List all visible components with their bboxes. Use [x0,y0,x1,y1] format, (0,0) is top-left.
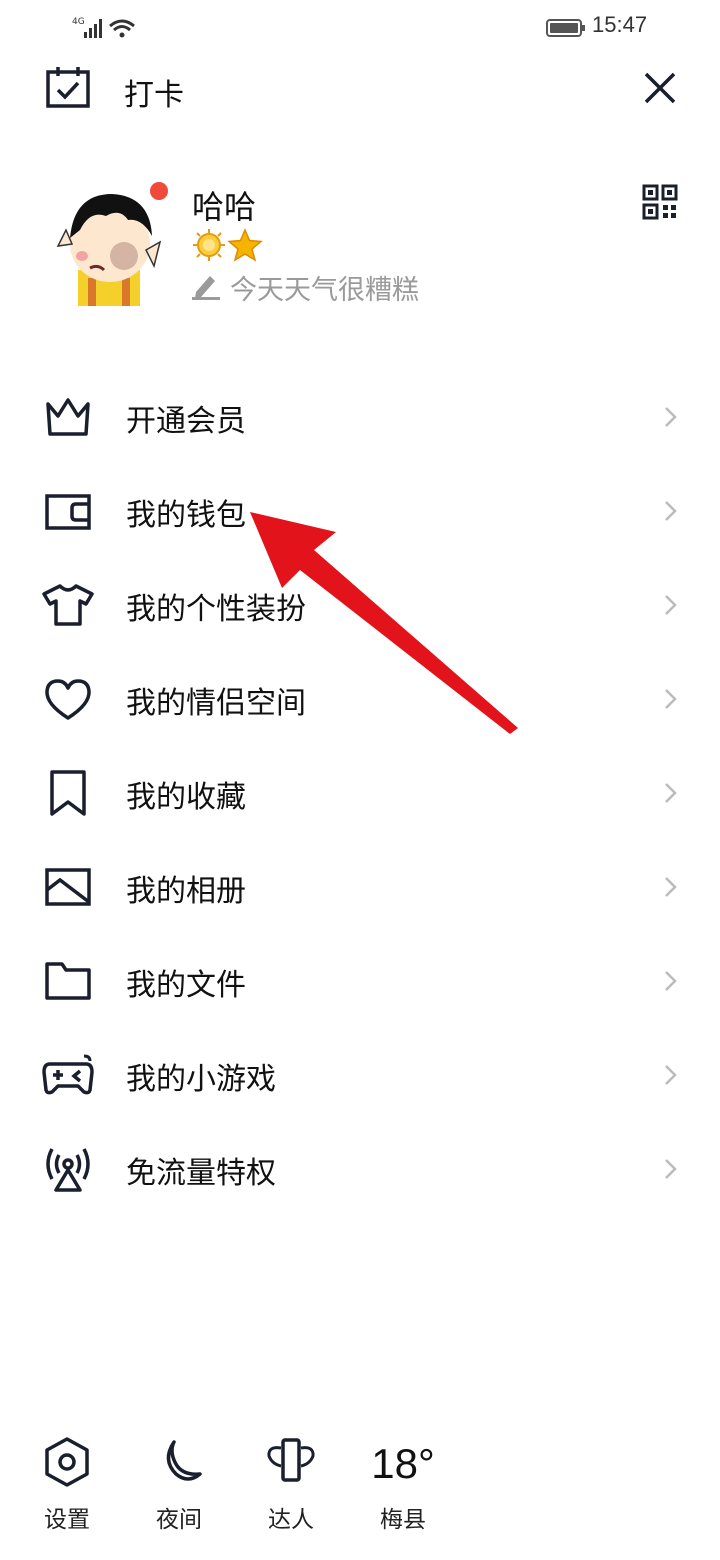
night-mode-label: 夜间 [156,1507,202,1533]
annotation-arrow-icon [250,512,518,734]
tshirt-icon [42,584,94,626]
weather-city: 梅县 [380,1507,426,1533]
chevron-right-icon [665,595,677,615]
chevron-right-icon [665,689,677,709]
checkin-label[interactable]: 打卡 [124,70,184,114]
gear-hexagon-icon [45,1437,89,1487]
crown-icon [46,398,90,436]
network-type: 4G [72,17,85,27]
menu-item-membership[interactable]: 开通会员 [0,370,720,464]
wallet-icon [45,494,91,530]
chevron-right-icon [665,1159,677,1179]
menu-item-album[interactable]: 我的相册 [0,840,720,934]
status-time: 15:47 [592,12,648,37]
weather-widget[interactable]: 18° 梅县 [358,1436,448,1546]
menu-label: 我的相册 [126,874,246,909]
chevron-right-icon [665,1065,677,1085]
menu-label: 我的文件 [126,968,246,1003]
status-bar: 4G 15:47 [0,0,720,56]
calendar-check-icon[interactable] [44,66,92,110]
chevron-right-icon [665,407,677,427]
profile-name[interactable]: 哈哈 [192,182,256,228]
settings-button[interactable]: 设置 [22,1436,112,1546]
close-icon[interactable] [640,68,680,108]
menu-item-favorites[interactable]: 我的收藏 [0,746,720,840]
bookmark-icon [50,770,86,816]
chevron-right-icon [665,501,677,521]
chevron-right-icon [665,783,677,803]
battery-icon [546,19,585,37]
settings-label: 设置 [44,1507,90,1533]
moon-icon [166,1440,202,1481]
chevron-right-icon [665,877,677,897]
cellular-wifi-icon: 4G [72,17,135,38]
notification-dot [150,182,168,200]
avatar[interactable] [50,186,168,306]
menu-label: 我的小游戏 [126,1062,276,1097]
heart-icon [45,679,91,720]
level-badges-icon[interactable] [192,228,272,262]
photo-icon [45,868,91,906]
expert-label: 达人 [268,1507,314,1533]
night-mode-button[interactable]: 夜间 [134,1436,224,1546]
folder-icon [45,962,91,1000]
phone-wings-icon [267,1438,315,1482]
menu-item-mini-games[interactable]: 我的小游戏 [0,1028,720,1122]
gamepad-icon [42,1054,94,1095]
qr-code-icon[interactable] [642,184,678,220]
expert-button[interactable]: 达人 [246,1436,336,1546]
weather-temperature: 18° [371,1440,435,1487]
menu-label: 免流量特权 [126,1156,276,1191]
menu-label: 开通会员 [126,404,246,439]
menu-item-files[interactable]: 我的文件 [0,934,720,1028]
menu-label: 我的钱包 [126,498,246,533]
broadcast-tower-icon [46,1148,90,1192]
menu-item-free-data[interactable]: 免流量特权 [0,1122,720,1216]
pencil-icon [192,276,220,300]
menu-label: 我的收藏 [126,780,246,815]
chevron-right-icon [665,971,677,991]
profile-signature[interactable]: 今天天气很糟糕 [230,268,419,307]
